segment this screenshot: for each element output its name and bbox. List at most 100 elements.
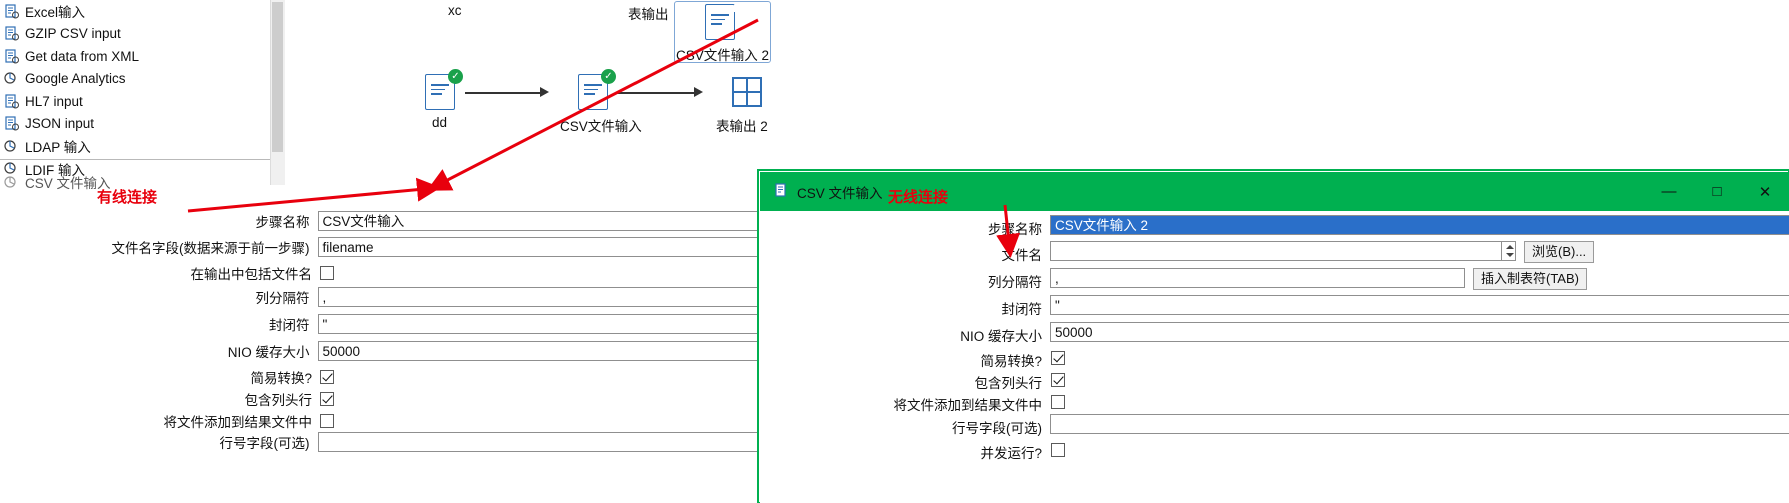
right-row-filename[interactable]: 文件名 浏览(B)... — [760, 241, 1789, 263]
left-row-header[interactable]: 包含列头行 — [0, 388, 760, 410]
step-icon-table-output-2[interactable] — [732, 77, 766, 115]
left-checkbox-add-to-result[interactable] — [320, 414, 334, 428]
label-xc: xc — [448, 3, 462, 18]
right-row-delimiter[interactable]: 列分隔符 , 插入制表符(TAB) — [760, 268, 1789, 290]
left-input-nio-buffer[interactable]: 50000 — [317, 341, 760, 361]
label-step-csv: CSV文件输入 — [560, 119, 642, 134]
left-label-rownum-field: 行号字段(可选) — [219, 436, 310, 451]
transformation-canvas[interactable]: xc 表输出 CSV文件输入 2 ✓ dd ✓ CSV文件输入 表输出 2 — [285, 0, 1789, 185]
left-checkbox-include-filename[interactable] — [320, 266, 334, 280]
right-checkbox-parallel[interactable] — [1051, 443, 1065, 457]
right-label-parallel: 并发运行? — [980, 446, 1042, 461]
right-label-header: 包含列头行 — [974, 376, 1043, 391]
left-input-enclosure[interactable]: " — [317, 314, 760, 334]
label-selected-step: CSV文件输入 2 — [676, 48, 770, 63]
left-label-step-name: 步骤名称 — [255, 215, 310, 230]
right-label-step-name: 步骤名称 — [988, 222, 1042, 237]
right-label-enclosure: 封闭符 — [1001, 302, 1043, 317]
left-row-rownum-field[interactable]: 行号字段(可选) — [0, 431, 760, 453]
left-input-step-name[interactable]: CSV文件输入 — [317, 211, 760, 231]
left-input-filename-field[interactable]: filename — [317, 237, 760, 257]
right-checkbox-lazy-conversion[interactable] — [1051, 351, 1065, 365]
right-input-enclosure[interactable]: " — [1050, 295, 1789, 315]
tree-item-2[interactable]: Get data from XML — [0, 45, 285, 68]
right-dialog-body: 步骤名称 CSV文件输入 2 文件名 浏览(B)... 列分隔符 , 插入制表符… — [760, 211, 1789, 503]
left-row-nio-buffer[interactable]: NIO 缓存大小 50000 — [0, 340, 760, 362]
tree-item-6[interactable]: LDAP 输入 — [0, 135, 285, 158]
hop-arrow-2 — [694, 87, 703, 97]
right-csv-input-dialog[interactable]: CSV 文件输入 — □ ✕ 步骤名称 CSV文件输入 2 文件名 浏览(B).… — [758, 170, 1789, 503]
left-row-add-to-result[interactable]: 将文件添加到结果文件中 — [0, 410, 760, 432]
tree-item-label: GZIP CSV input — [25, 26, 121, 42]
step-icon-dd[interactable]: ✓ — [425, 69, 463, 112]
label-step-dd: dd — [432, 115, 448, 130]
right-dialog-title: CSV 文件输入 — [797, 185, 883, 201]
right-checkbox-header[interactable] — [1051, 373, 1065, 387]
steps-tree-panel[interactable]: Excel输入 GZIP CSV input Get data from XML… — [0, 0, 286, 185]
tree-item-4[interactable]: HL7 input — [0, 90, 285, 113]
hop-arrow-1 — [540, 87, 549, 97]
left-checkbox-header[interactable] — [320, 392, 334, 406]
right-row-lazy-conversion[interactable]: 简易转换? — [760, 349, 1789, 369]
tree-scrollbar-thumb[interactable] — [272, 2, 283, 152]
left-row-delimiter[interactable]: 列分隔符 , — [0, 286, 760, 308]
tree-item-1[interactable]: GZIP CSV input — [0, 23, 285, 46]
right-label-filename: 文件名 — [1001, 248, 1043, 263]
gzip-csv-input-icon — [4, 26, 19, 41]
left-label-nio-buffer: NIO 缓存大小 — [227, 345, 310, 360]
tree-scrollbar[interactable] — [270, 0, 285, 185]
right-row-add-to-result[interactable]: 将文件添加到结果文件中 — [760, 393, 1789, 413]
filename-variable-spinner[interactable] — [1502, 241, 1516, 261]
ldap-input-icon — [4, 139, 19, 154]
tree-item-label: Google Analytics — [25, 71, 126, 87]
minimize-button[interactable]: — — [1645, 172, 1693, 211]
step-icon-csv-input[interactable]: ✓ — [578, 69, 616, 112]
maximize-button[interactable]: □ — [1693, 172, 1741, 211]
left-input-rownum-field[interactable] — [317, 432, 760, 452]
left-input-delimiter[interactable]: , — [317, 287, 760, 307]
right-label-rownum-field: 行号字段(可选) — [952, 421, 1042, 436]
tree-item-5[interactable]: JSON input — [0, 113, 285, 136]
left-label-filename-field: 文件名字段(数据来源于前一步骤) — [111, 241, 310, 256]
left-label-delimiter: 列分隔符 — [255, 291, 310, 306]
left-label-header: 包含列头行 — [244, 393, 313, 408]
hop-dd-to-csv[interactable] — [465, 92, 543, 94]
left-row-lazy-conversion[interactable]: 简易转换? — [0, 366, 760, 388]
left-label-lazy-conversion: 简易转换? — [250, 371, 312, 386]
panel-divider — [0, 159, 271, 160]
step-icon-csv-input-2[interactable] — [705, 3, 739, 42]
right-label-nio-buffer: NIO 缓存大小 — [960, 329, 1042, 344]
right-row-rownum-field[interactable]: 行号字段(可选) — [760, 414, 1789, 436]
right-checkbox-add-to-result[interactable] — [1051, 395, 1065, 409]
step-ok-badge: ✓ — [448, 69, 463, 84]
right-label-lazy-conversion: 简易转换? — [980, 354, 1042, 369]
left-row-filename-field[interactable]: 文件名字段(数据来源于前一步骤) filename — [0, 236, 760, 258]
right-row-header[interactable]: 包含列头行 — [760, 371, 1789, 391]
right-input-delimiter[interactable]: , — [1050, 268, 1465, 288]
right-row-parallel[interactable]: 并发运行? — [760, 441, 1789, 461]
tree-item-0[interactable]: Excel输入 — [0, 0, 285, 23]
annotation-wired: 有线连接 — [97, 189, 158, 206]
json-input-icon — [4, 116, 19, 131]
right-input-step-name[interactable]: CSV文件输入 2 — [1050, 215, 1789, 235]
tree-item-label: LDAP 输入 — [25, 140, 91, 156]
close-button[interactable]: ✕ — [1741, 172, 1789, 211]
hl7-input-icon — [4, 94, 19, 109]
browse-button[interactable]: 浏览(B)... — [1524, 241, 1595, 263]
left-checkbox-lazy-conversion[interactable] — [320, 370, 334, 384]
tree-item-3[interactable]: Google Analytics — [0, 68, 285, 91]
right-row-step-name[interactable]: 步骤名称 CSV文件输入 2 — [760, 215, 1789, 237]
left-row-enclosure[interactable]: 封闭符 " — [0, 313, 760, 335]
right-input-filename[interactable] — [1050, 241, 1502, 261]
left-row-include-filename[interactable]: 在输出中包括文件名 — [0, 262, 760, 284]
tree-item-label: JSON input — [25, 116, 95, 132]
hop-csv-to-table[interactable] — [617, 92, 697, 94]
label-table-output: 表输出 — [628, 7, 669, 22]
right-row-enclosure[interactable]: 封闭符 " — [760, 295, 1789, 317]
excel-input-icon — [4, 4, 19, 19]
left-row-step-name[interactable]: 步骤名称 CSV文件输入 — [0, 210, 760, 232]
right-input-rownum-field[interactable] — [1050, 414, 1789, 434]
right-input-nio-buffer[interactable]: 50000 — [1050, 322, 1789, 342]
right-row-nio-buffer[interactable]: NIO 缓存大小 50000 — [760, 322, 1789, 344]
insert-tab-button[interactable]: 插入制表符(TAB) — [1473, 268, 1587, 290]
